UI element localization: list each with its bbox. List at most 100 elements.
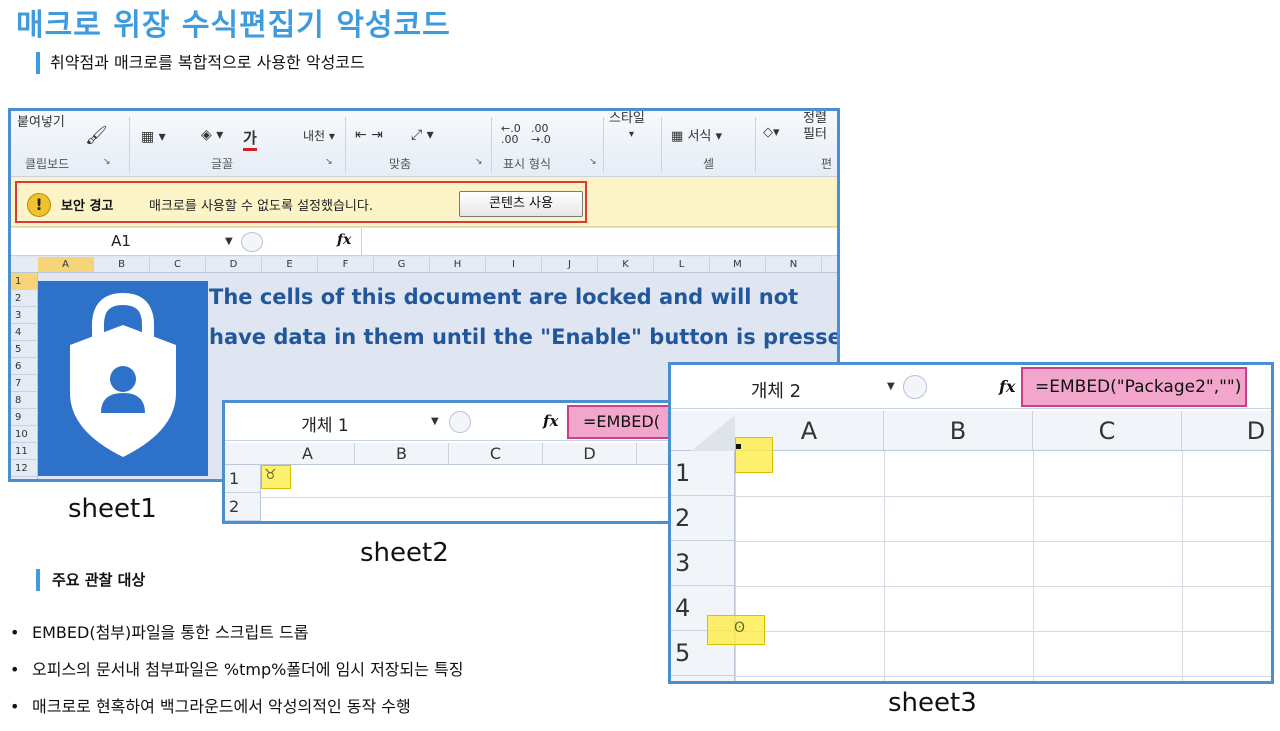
formula-cancel-icon[interactable]	[241, 232, 263, 252]
style-button[interactable]: 스타일	[609, 111, 645, 126]
row-header[interactable]: 3	[11, 307, 37, 324]
sort-filter-button[interactable]: 정렬 필터	[803, 111, 827, 143]
row-header[interactable]: 2	[225, 493, 260, 521]
row-header[interactable]: 7	[11, 375, 37, 392]
column-header[interactable]: B	[884, 411, 1033, 450]
column-header[interactable]: G	[374, 257, 430, 272]
enable-content-button[interactable]: 콘텐츠 사용	[459, 191, 583, 217]
sheet2-screenshot: 개체 1 ▼ fx =EMBED( ABCD 12 ♉	[222, 400, 680, 524]
filter-label: 필터	[803, 127, 827, 142]
name-box-dropdown-icon[interactable]: ▼	[431, 416, 439, 427]
align-launcher-icon[interactable]: ↘	[475, 157, 483, 167]
style-dropdown-icon[interactable]: ▾	[629, 129, 634, 140]
format-painter-icon[interactable]: 🖌	[85, 125, 108, 146]
warning-icon: !	[27, 193, 51, 217]
row-header[interactable]: 9	[11, 409, 37, 426]
insert-function-icon[interactable]: fx	[999, 377, 1015, 396]
row-header-column: 12	[225, 465, 261, 521]
row-header[interactable]: 4	[11, 324, 37, 341]
security-warning-bar: ! 보안 경고 매크로를 사용할 수 없도록 설정했습니다. 콘텐츠 사용	[11, 177, 837, 227]
ribbon-divider	[603, 117, 604, 173]
row-header[interactable]: 6	[11, 358, 37, 375]
row-header[interactable]: 3	[671, 541, 734, 586]
grid-line	[735, 676, 1271, 677]
column-header[interactable]: K	[598, 257, 654, 272]
column-header[interactable]: N	[766, 257, 822, 272]
column-header[interactable]: M	[710, 257, 766, 272]
cell-format-button[interactable]: ▦ 서식 ▾	[671, 125, 722, 144]
sheet2-caption: sheet2	[360, 538, 449, 568]
font-color-icon[interactable]: 가	[243, 127, 257, 151]
insert-function-icon[interactable]: fx	[337, 232, 351, 248]
column-header[interactable]: L	[654, 257, 710, 272]
observation-heading: 주요 관찰 대상	[36, 569, 145, 591]
name-box-dropdown-icon[interactable]: ▼	[225, 236, 233, 247]
column-header[interactable]: B	[94, 257, 150, 272]
name-box-dropdown-icon[interactable]: ▼	[887, 381, 895, 392]
row-header[interactable]: 5	[11, 341, 37, 358]
column-header[interactable]: D	[543, 443, 637, 464]
grid-line	[735, 586, 1271, 587]
formula-cancel-icon[interactable]	[903, 375, 927, 399]
paste-button[interactable]: 붙여넣기	[17, 111, 65, 130]
row-header[interactable]: 1	[671, 451, 734, 496]
formula-bar: A1 ▼ fx	[11, 228, 837, 256]
clipboard-launcher-icon[interactable]: ↘	[103, 157, 111, 167]
clipboard-group-label: 클립보드	[25, 157, 70, 171]
indent-icon[interactable]: ⇤ ⇥	[355, 127, 383, 143]
shield-lock-icon	[70, 292, 176, 457]
column-header[interactable]: H	[430, 257, 486, 272]
formula-cancel-icon[interactable]	[449, 411, 471, 433]
select-all-corner-icon[interactable]	[691, 415, 735, 451]
name-box[interactable]: 개체 1	[225, 411, 425, 436]
table-icon: ▦	[671, 129, 684, 144]
column-header[interactable]: D	[1182, 411, 1271, 450]
column-header[interactable]: C	[150, 257, 206, 272]
column-header[interactable]: J	[542, 257, 598, 272]
sort-label: 정렬	[803, 111, 827, 126]
row-header[interactable]: 12	[11, 460, 37, 477]
embedded-object-highlight[interactable]	[735, 437, 773, 473]
orientation-icon[interactable]: ⤢ ▾	[411, 127, 434, 143]
column-header[interactable]: B	[355, 443, 449, 464]
insert-function-icon[interactable]: fx	[543, 412, 558, 430]
decimal-increase-icon[interactable]: ←.0.00	[501, 123, 521, 145]
row-header[interactable]: 8	[11, 392, 37, 409]
grid-line	[1033, 451, 1034, 681]
security-warning-highlight: ! 보안 경고 매크로를 사용할 수 없도록 설정했습니다. 콘텐츠 사용	[15, 181, 587, 223]
embedded-object-icon[interactable]: ʘ	[734, 620, 745, 636]
grid-line	[1182, 451, 1183, 681]
phonetic-icon[interactable]: 내천 ▾	[303, 127, 335, 144]
column-header[interactable]: D	[206, 257, 262, 272]
column-header[interactable]: C	[1033, 411, 1182, 450]
column-header[interactable]: E	[262, 257, 318, 272]
name-box[interactable]: A1	[11, 232, 231, 250]
column-header[interactable]: C	[449, 443, 543, 464]
embedded-object-highlight[interactable]: ♉	[261, 465, 291, 489]
edit-group-label: 편	[821, 157, 833, 171]
row-header[interactable]: 10	[11, 426, 37, 443]
row-header[interactable]: 1	[11, 273, 37, 290]
column-header-row: ABCDEFGHIJKLMN	[11, 257, 837, 273]
embedded-object-icon[interactable]: ♉	[264, 467, 277, 483]
decimal-decrease-icon[interactable]: .00 →.0	[531, 123, 551, 145]
number-launcher-icon[interactable]: ↘	[589, 157, 597, 167]
column-header[interactable]: A	[38, 257, 94, 272]
column-header[interactable]: F	[318, 257, 374, 272]
clear-icon[interactable]: ◇▾	[763, 125, 780, 140]
row-header[interactable]: 2	[671, 496, 734, 541]
row-header[interactable]: 2	[11, 290, 37, 307]
name-box[interactable]: 개체 2	[671, 377, 881, 403]
font-launcher-icon[interactable]: ↘	[325, 157, 333, 167]
column-header[interactable]: I	[486, 257, 542, 272]
row-header[interactable]: 11	[11, 443, 37, 460]
embedded-object-marker[interactable]	[736, 444, 741, 449]
formula-input[interactable]: =EMBED(	[567, 405, 677, 439]
row-header-column: 1 2 3 4 5 6 7 8 9 10 11 12	[11, 273, 38, 479]
formula-input[interactable]: =EMBED("Package2","")	[1021, 367, 1247, 407]
borders-icon[interactable]: ▦ ▾	[141, 129, 166, 145]
row-header[interactable]: 1	[225, 465, 260, 493]
column-header[interactable]: A	[261, 443, 355, 464]
embedded-object-highlight[interactable]: ʘ	[707, 615, 765, 645]
fill-color-icon[interactable]: ◈ ▾	[201, 127, 223, 143]
